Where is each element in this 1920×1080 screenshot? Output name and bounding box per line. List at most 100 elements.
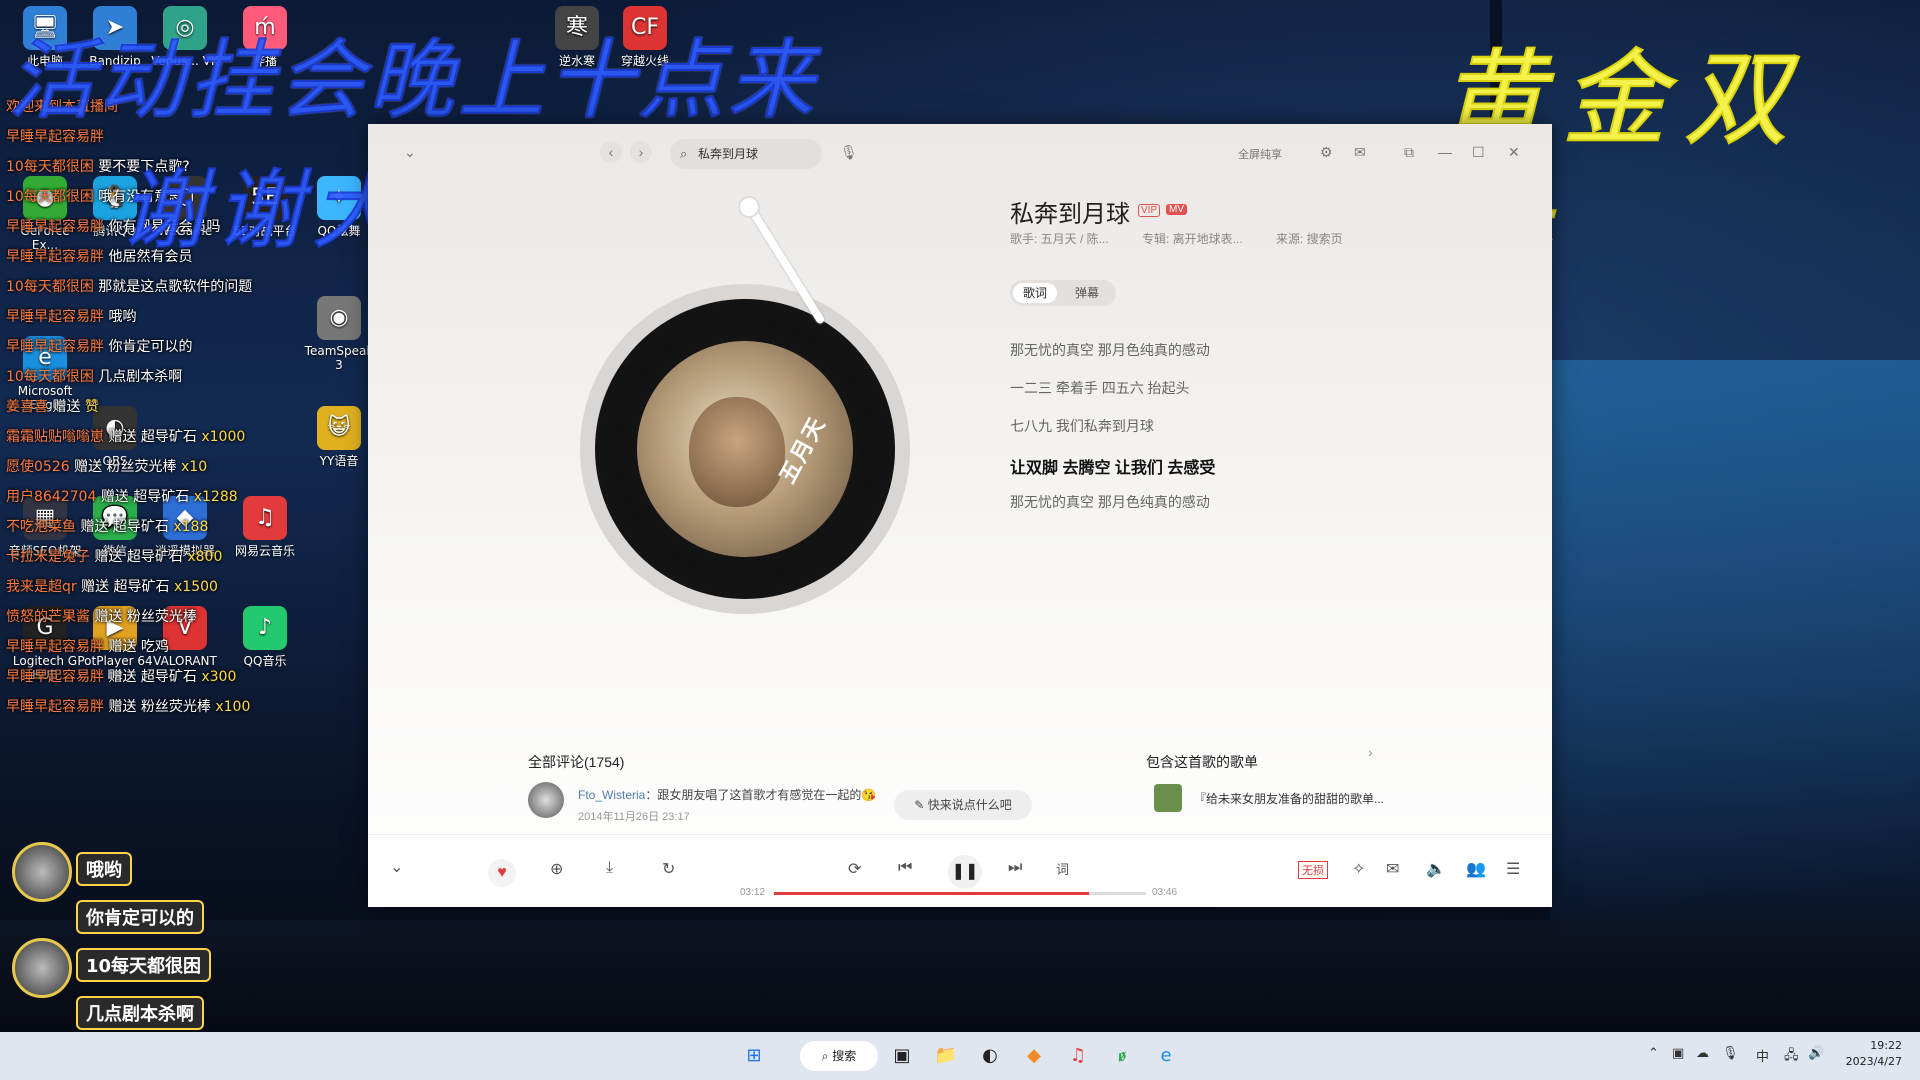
collapse-icon[interactable]: ⌄ [404, 144, 416, 161]
collapse-player-icon[interactable]: ⌄ [390, 857, 403, 877]
comments-heading: 全部评论(1754) [528, 754, 625, 770]
chat-message: 用户8642704 赠送 超导矿石 x1288 [6, 488, 238, 506]
chat-message: 早睡早起容易胖 赠送 超导矿石 x300 [6, 668, 236, 686]
network-icon[interactable]: 🖧 [1784, 1046, 1799, 1068]
search-input[interactable]: ⌕ 私奔到月球 [670, 139, 822, 169]
time-total: 03:46 [1152, 887, 1178, 898]
minimize-icon[interactable]: — [1438, 144, 1452, 160]
tray-network-share-icon[interactable]: ☁ [1696, 1046, 1709, 1061]
chat-user: 不吃泡菜鱼 [6, 519, 76, 535]
lyric-line: 那无忧的真空 那月色纯真的感动 [1010, 494, 1210, 510]
taskbar-search-label: 搜索 [832, 1049, 857, 1063]
chat-text: 赠送 超导矿石 [108, 669, 197, 685]
comment-avatar[interactable] [528, 782, 564, 818]
lyric-line: 那无忧的真空 那月色纯真的感动 [1010, 342, 1210, 358]
chat-user: 10每天都很困 [6, 279, 94, 295]
chat-message: 早睡早起容易胖 赠送 吃鸡 [6, 638, 169, 656]
microphone-icon[interactable]: 🎙 [1722, 1046, 1739, 1061]
next-icon[interactable]: ⏭ [1008, 859, 1022, 877]
voice-search-icon[interactable]: 🎙 [840, 144, 858, 161]
loop-mode-icon[interactable]: ⟳ [848, 859, 861, 879]
progress-bar[interactable] [774, 892, 1146, 895]
more-playlists-button[interactable]: › [1368, 744, 1373, 760]
quality-button[interactable]: 无损 [1298, 861, 1328, 879]
desktop-icon[interactable]: 😺 YY语音 [300, 406, 378, 468]
app-icon-green[interactable]: ꬾ [1106, 1040, 1138, 1072]
chat-gift: x1288 [193, 489, 238, 505]
overlay-text-blue: 活动挂会晚上十点来 [7, 30, 818, 132]
source-link[interactable]: 来源: 搜索页 [1276, 230, 1343, 247]
download-icon[interactable]: ⤓ [606, 859, 613, 877]
start-icon[interactable]: ⊞ [738, 1040, 770, 1072]
pause-button[interactable]: ❚❚ [948, 855, 982, 889]
close-icon[interactable]: ✕ [1508, 144, 1520, 161]
search-icon: ⌕ [680, 146, 688, 161]
lyric-toggle-button[interactable]: 词 [1056, 859, 1069, 878]
bubble-text: 哦哟 [76, 852, 132, 886]
playlist-thumb[interactable] [1154, 784, 1182, 812]
previous-icon[interactable]: ⏮ [898, 859, 912, 877]
comment-user[interactable]: Fto_Wisteria [578, 788, 645, 802]
titlebar: ⌄ ‹ › ⌕ 私奔到月球 🎙 全屏纯享 ⚙ ✉ ⧉ — ☐ ✕ [368, 124, 1552, 180]
queue-icon[interactable]: ☰ [1506, 859, 1520, 879]
clock-date: 2023/4/27 [1845, 1055, 1902, 1068]
desktop-icon[interactable]: ◉ TeamSpeak 3 [300, 296, 378, 372]
mv-badge[interactable]: MV [1166, 204, 1187, 215]
edge-icon[interactable]: e [1150, 1040, 1182, 1072]
comment-input[interactable]: ✎ 快来说点什么吧 [894, 790, 1032, 820]
obs-icon[interactable]: ◐ [974, 1040, 1006, 1072]
file-explorer-icon[interactable]: 📁 [930, 1040, 962, 1072]
chat-user: 霜霜贴贴嗡嗡崽 [6, 429, 104, 445]
desktop-icon[interactable]: ♪ QQ音乐 [226, 606, 304, 668]
chat-message: 卡拉米是兔子 赠送 超导矿石 x800 [6, 548, 222, 566]
volume-icon[interactable]: 🔈 [1426, 859, 1446, 879]
tab-lyrics[interactable]: 歌词 [1013, 283, 1058, 303]
fullscreen-label: 全屏纯享 [1238, 149, 1282, 161]
back-button[interactable]: ‹ [600, 141, 622, 163]
chat-text: 赠送 粉丝荧光棒 [74, 459, 177, 475]
maximize-icon[interactable]: ☐ [1472, 144, 1485, 161]
chat-message: 霜霜贴贴嗡嗡崽 赠送 超导矿石 x1000 [6, 428, 245, 446]
settings-icon[interactable]: ⚙ [1320, 144, 1333, 161]
chat-text: 你肯定可以的 [108, 339, 193, 355]
chat-user: 早睡早起容易胖 [6, 639, 104, 655]
chat-text: 赠送 超导矿石 [81, 579, 170, 595]
mini-mode-icon[interactable]: ⧉ [1404, 144, 1414, 161]
desktop-app-icon: ♪ [243, 606, 287, 650]
chat-user: 卡拉米是兔子 [6, 549, 90, 565]
desktop-icon-label: VALORANT [153, 654, 217, 668]
forward-button[interactable]: › [630, 141, 652, 163]
city-window-glow [1550, 360, 1920, 920]
playlist-name[interactable]: 『给未来女朋友准备的甜甜的歌单... [1194, 790, 1384, 807]
sound-effect-icon[interactable]: ✧ [1352, 859, 1365, 879]
mail-icon[interactable]: ✉ [1354, 144, 1366, 161]
clock-time: 19:22 [1870, 1039, 1902, 1052]
chat-message: 我来是超qr 赠送 超导矿石 x1500 [6, 578, 218, 596]
taskbar-search-button[interactable]: ⌕ 搜索 [800, 1041, 878, 1071]
listen-together-icon[interactable]: ✉ [1386, 859, 1399, 879]
app-icon[interactable]: ◆ [1018, 1040, 1050, 1072]
tray-chevron-icon[interactable]: ⌃ [1648, 1046, 1659, 1061]
desktop-icon-label: 网易云音乐 [234, 544, 295, 558]
cover-face [689, 397, 785, 507]
netease-music-icon[interactable]: ♫ [1062, 1040, 1094, 1072]
friends-icon[interactable]: 👥 [1466, 859, 1486, 879]
lyric-line-active: 让双脚 去腾空 让我们 去感受 [1010, 460, 1216, 477]
chat-gift: x300 [201, 669, 237, 685]
singer-link[interactable]: 歌手: 五月天 / 陈... [1010, 230, 1109, 247]
share-icon[interactable]: ↻ [662, 859, 675, 879]
chat-user: 愿使0526 [6, 459, 70, 475]
task-view-icon[interactable]: ▣ [886, 1040, 918, 1072]
volume-tray-icon[interactable]: 🔊 [1808, 1046, 1824, 1061]
tab-danmaku[interactable]: 弹幕 [1065, 283, 1109, 303]
desktop-icon[interactable]: ♫ 网易云音乐 [226, 496, 304, 558]
tray-app-icon[interactable]: ▣ [1672, 1046, 1684, 1061]
fullscreen-button[interactable]: 全屏纯享 [1238, 146, 1282, 162]
like-button[interactable]: ♥ [488, 859, 516, 887]
playlist-heading: 包含这首歌的歌单 [1146, 754, 1258, 770]
add-to-playlist-icon[interactable]: ⊕ [550, 859, 563, 879]
clock[interactable]: 19:22 2023/4/27 [1846, 1038, 1902, 1070]
album-link[interactable]: 专辑: 离开地球表... [1142, 230, 1243, 247]
desktop-app-icon: ♫ [243, 496, 287, 540]
ime-indicator[interactable]: 中 [1756, 1046, 1769, 1065]
